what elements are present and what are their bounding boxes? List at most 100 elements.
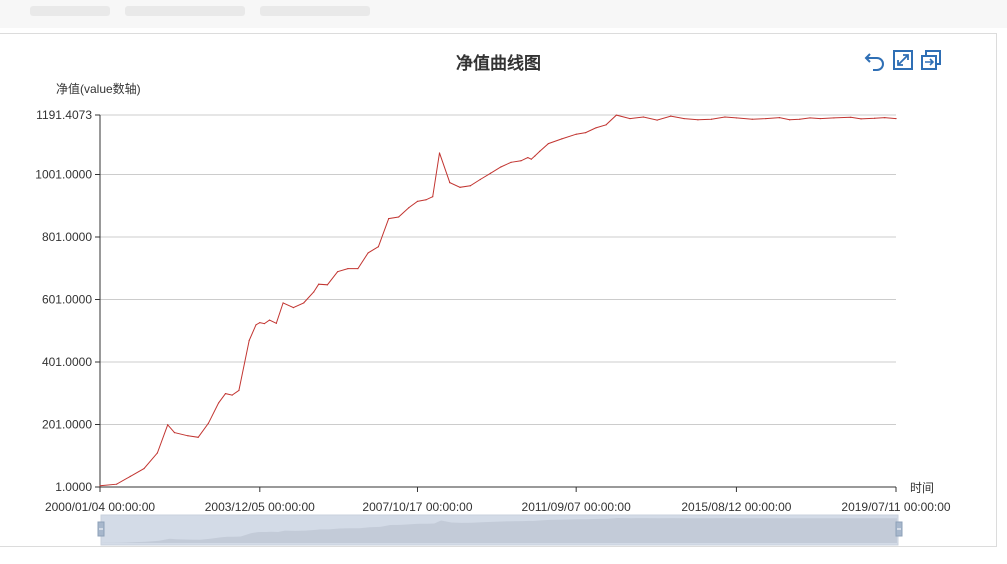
data-point [303, 302, 305, 304]
data-point [527, 157, 529, 159]
series-points [99, 114, 897, 487]
data-point [500, 166, 502, 168]
y-tick-labels: 1.0000 201.0000 401.0000 601.0000 801.0000 10… [35, 108, 100, 494]
data-point [197, 436, 199, 438]
data-point [656, 119, 658, 121]
data-point [438, 152, 441, 154]
y-tick-label: 1001.0000 [35, 168, 92, 182]
data-point [255, 324, 257, 326]
data-point [248, 339, 250, 342]
y-tick-label: 1.0000 [55, 480, 92, 494]
data-point [292, 307, 295, 309]
data-point [238, 389, 240, 392]
data-point [449, 182, 451, 184]
data-point [534, 155, 536, 157]
data-point [547, 142, 549, 145]
data-point [575, 133, 577, 135]
data-point [187, 435, 189, 437]
x-tick-label: 2019/07/11 00:00:00 [841, 500, 951, 514]
data-point [819, 117, 821, 120]
data-point [207, 422, 210, 424]
data-point [143, 467, 145, 470]
data-point [231, 394, 233, 396]
data-point [129, 475, 131, 477]
data-point [388, 217, 390, 220]
data-point [884, 117, 886, 119]
data-point [489, 172, 492, 174]
y-tick-label: 801.0000 [42, 230, 92, 244]
data-point [605, 124, 607, 126]
data-point [398, 216, 400, 218]
data-zoom[interactable] [97, 514, 903, 546]
data-point [408, 207, 410, 209]
x-tick-label: 2011/09/07 00:00:00 [522, 500, 632, 514]
series-line [99, 114, 897, 487]
data-point [479, 178, 481, 181]
data-point [735, 117, 738, 119]
data-point [217, 402, 220, 404]
x-tick-label: 2003/12/05 00:00:00 [205, 500, 315, 514]
x-tick-label: 2015/08/12 00:00:00 [681, 500, 791, 514]
data-point [326, 284, 328, 286]
data-point [809, 117, 811, 119]
data-point [337, 271, 339, 273]
data-point [710, 118, 713, 120]
data-point [833, 117, 835, 119]
data-point [895, 117, 897, 120]
data-point [318, 283, 320, 285]
data-point [347, 267, 349, 270]
data-point [615, 114, 617, 116]
data-point [425, 199, 427, 201]
data-point [459, 186, 461, 188]
y-tick-label: 601.0000 [42, 293, 92, 307]
data-point [173, 432, 176, 434]
data-point [259, 322, 261, 324]
chart-svg: 净值(value数轴) 时间 1.0000 201.0000 401.0000 601… [35, 81, 951, 546]
data-point [268, 319, 271, 321]
data-point [860, 118, 862, 120]
data-point [850, 116, 852, 118]
data-point [99, 485, 101, 487]
data-point [629, 117, 631, 120]
data-point [585, 132, 587, 134]
data-point [683, 117, 685, 120]
data-point [282, 302, 284, 304]
x-tick-label: 2007/10/17 00:00:00 [362, 500, 472, 514]
y-axis-label: 净值(value数轴) [56, 81, 141, 96]
data-point [765, 117, 767, 120]
data-point [167, 424, 169, 426]
data-point [156, 452, 158, 454]
data-point [377, 246, 379, 248]
data-point [510, 161, 512, 163]
data-point [469, 185, 471, 187]
data-point [224, 392, 227, 395]
grid-lines [100, 114, 896, 426]
data-point [357, 267, 359, 270]
y-tick-label: 1191.4073 [36, 108, 92, 122]
data-point [789, 119, 791, 121]
data-point [367, 252, 369, 254]
data-point [751, 118, 753, 120]
data-point [642, 116, 644, 118]
data-point [561, 138, 563, 140]
data-point [530, 158, 532, 160]
x-tick-labels: 2000/01/04 00:00:00 2003/12/05 00:00:00 20… [45, 487, 951, 514]
data-point [778, 117, 781, 119]
data-point [670, 115, 672, 117]
data-point [432, 196, 434, 198]
data-point [697, 119, 699, 121]
y-tick-label: 201.0000 [42, 418, 92, 432]
data-point [874, 117, 876, 119]
data-point [539, 150, 541, 152]
data-point [313, 291, 315, 293]
data-point [275, 322, 277, 324]
data-point [416, 200, 419, 202]
x-tick-label: 2000/01/04 00:00:00 [45, 500, 155, 514]
data-point [724, 116, 726, 118]
x-axis-label: 时间 [910, 481, 934, 495]
data-point [595, 127, 597, 129]
data-point [520, 160, 522, 162]
data-point [116, 483, 118, 485]
data-point [263, 322, 265, 325]
data-point [799, 118, 801, 120]
